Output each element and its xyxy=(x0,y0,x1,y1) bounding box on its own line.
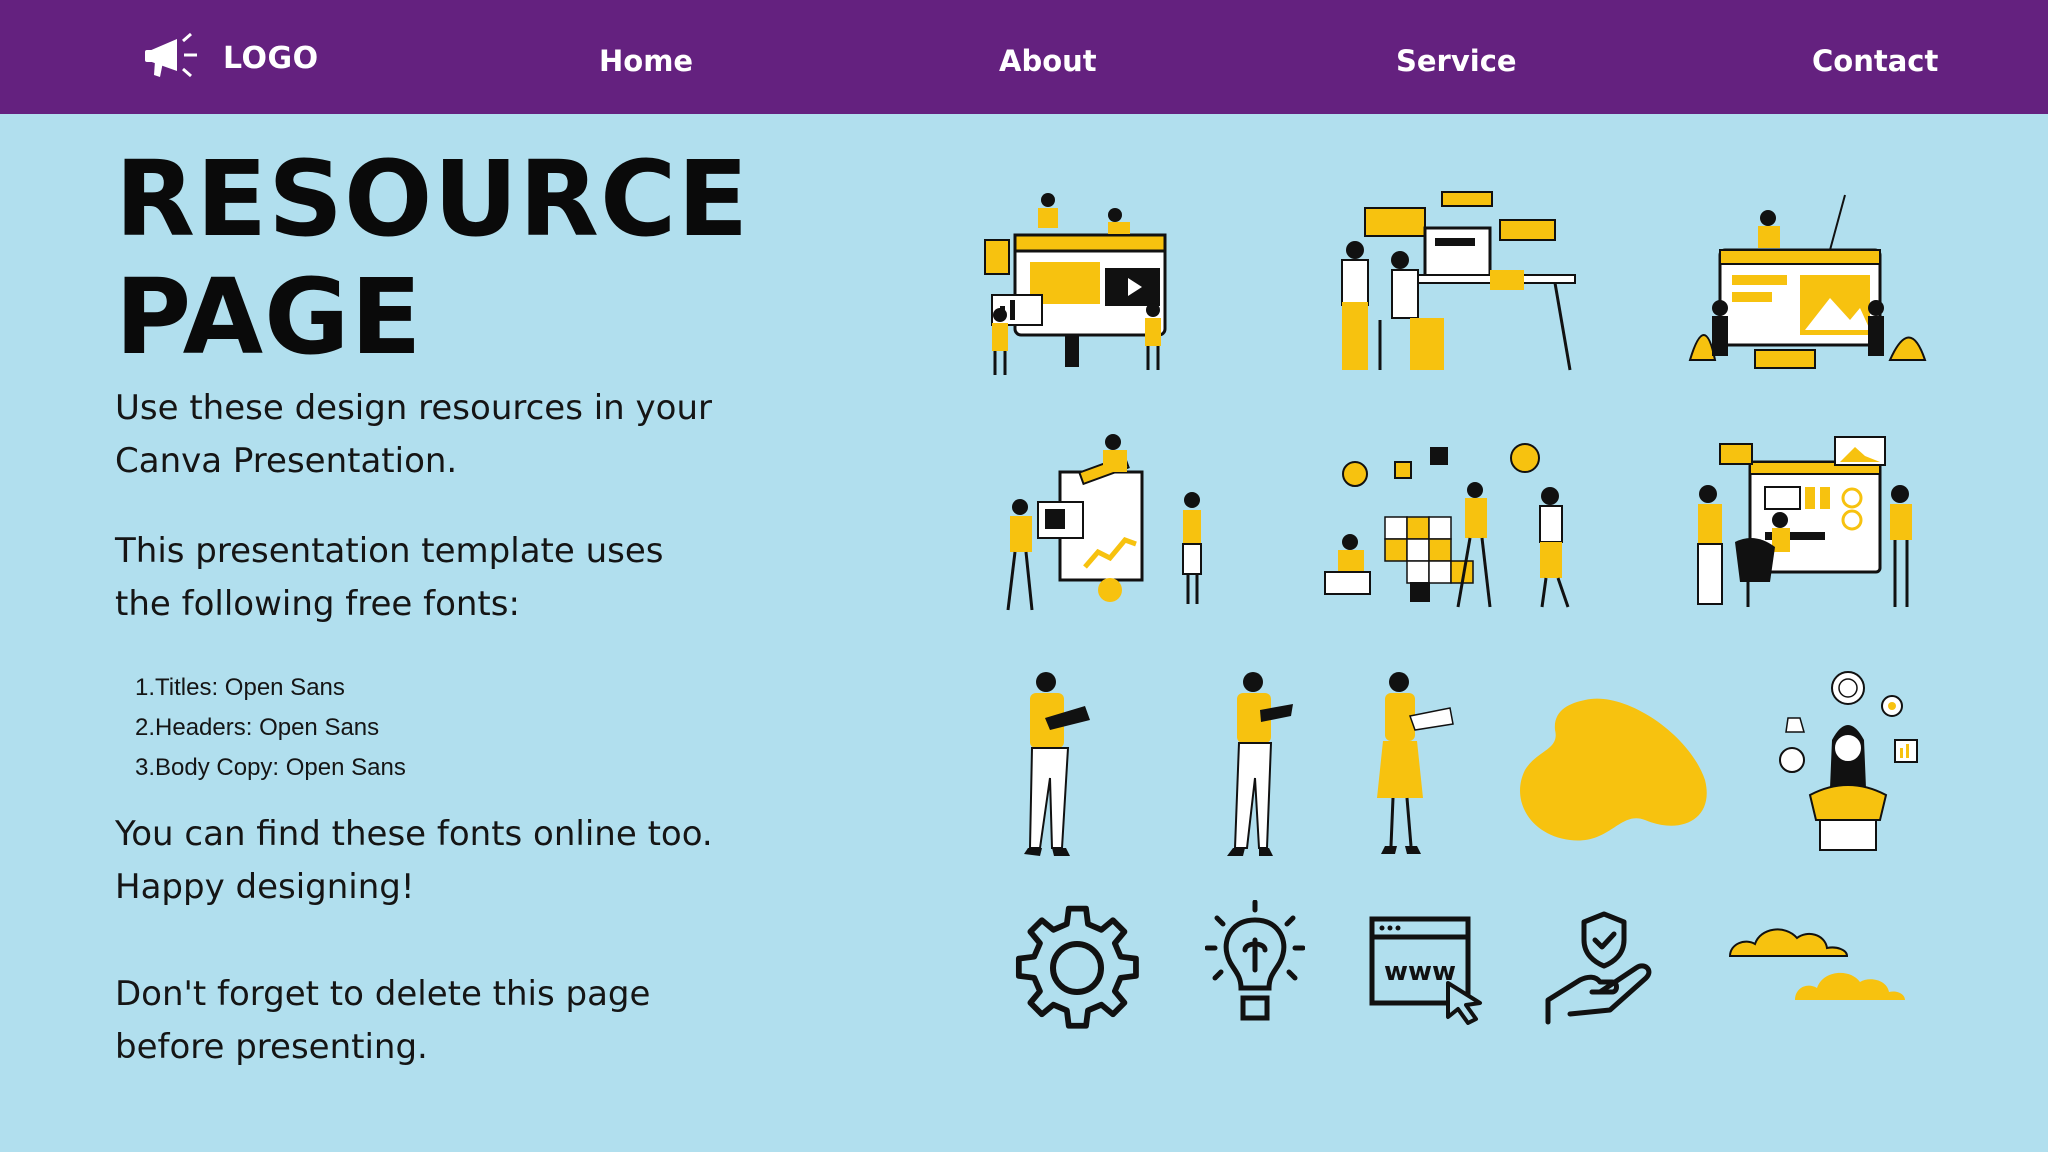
coding-team-illustration xyxy=(1680,432,1930,617)
nav-link-home[interactable]: Home xyxy=(599,44,693,78)
svg-text:www: www xyxy=(1384,957,1456,987)
page-title: RESOURCE PAGE xyxy=(115,140,755,376)
list-item: 1.Titles: Open Sans xyxy=(135,674,345,701)
logo-link[interactable]: LOGO xyxy=(145,31,319,85)
office-meeting-illustration xyxy=(1320,190,1580,380)
text-line: This presentation template uses xyxy=(115,531,664,571)
nav-link-service[interactable]: Service xyxy=(1396,44,1517,78)
nav-link-contact[interactable]: Contact xyxy=(1812,44,1938,78)
gear-icon xyxy=(1015,905,1145,1035)
list-item: 3.Body Copy: Open Sans xyxy=(135,754,406,781)
team-dashboard-illustration xyxy=(980,190,1190,380)
lightbulb-idea-icon xyxy=(1205,900,1305,1030)
text-line: Use these design resources in your xyxy=(115,388,712,428)
intro-paragraph: Use these design resources in your Canva… xyxy=(115,382,712,488)
title-line: RESOURCE xyxy=(115,138,750,260)
web-design-illustration xyxy=(1680,190,1930,380)
nav-link-about[interactable]: About xyxy=(999,44,1097,78)
title-line: PAGE xyxy=(115,256,423,378)
yellow-blob-shape xyxy=(1515,695,1710,845)
man-with-laptop-illustration xyxy=(1010,668,1110,858)
text-line: the following free fonts: xyxy=(115,584,520,624)
outro-paragraph: You can find these fonts online too. Hap… xyxy=(115,808,713,914)
clouds-icon xyxy=(1725,920,1910,1005)
text-line: You can find these fonts online too. xyxy=(115,814,713,854)
www-browser-icon: www xyxy=(1368,915,1483,1025)
woman-with-document-illustration xyxy=(1365,668,1465,858)
top-nav-bar: LOGO Home About Service Contact xyxy=(0,0,2048,114)
woman-with-icons-illustration xyxy=(1770,670,1925,855)
puzzle-building-illustration xyxy=(1310,432,1585,617)
reminder-paragraph: Don't forget to delete this page before … xyxy=(115,968,650,1074)
megaphone-icon xyxy=(145,31,203,85)
fonts-intro-paragraph: This presentation template uses the foll… xyxy=(115,525,663,631)
list-item: 2.Headers: Open Sans xyxy=(135,714,380,741)
text-line: Happy designing! xyxy=(115,867,415,907)
hand-shield-icon xyxy=(1540,910,1665,1025)
text-line: before presenting. xyxy=(115,1027,428,1067)
fonts-list: 1.Titles: Open Sans 2.Headers: Open Sans… xyxy=(135,668,406,788)
text-line: Don't forget to delete this page xyxy=(115,974,651,1014)
logo-text: LOGO xyxy=(223,40,319,76)
marketing-team-illustration xyxy=(980,432,1210,617)
woman-with-tablet-illustration xyxy=(1205,668,1305,858)
text-line: Canva Presentation. xyxy=(115,441,458,481)
